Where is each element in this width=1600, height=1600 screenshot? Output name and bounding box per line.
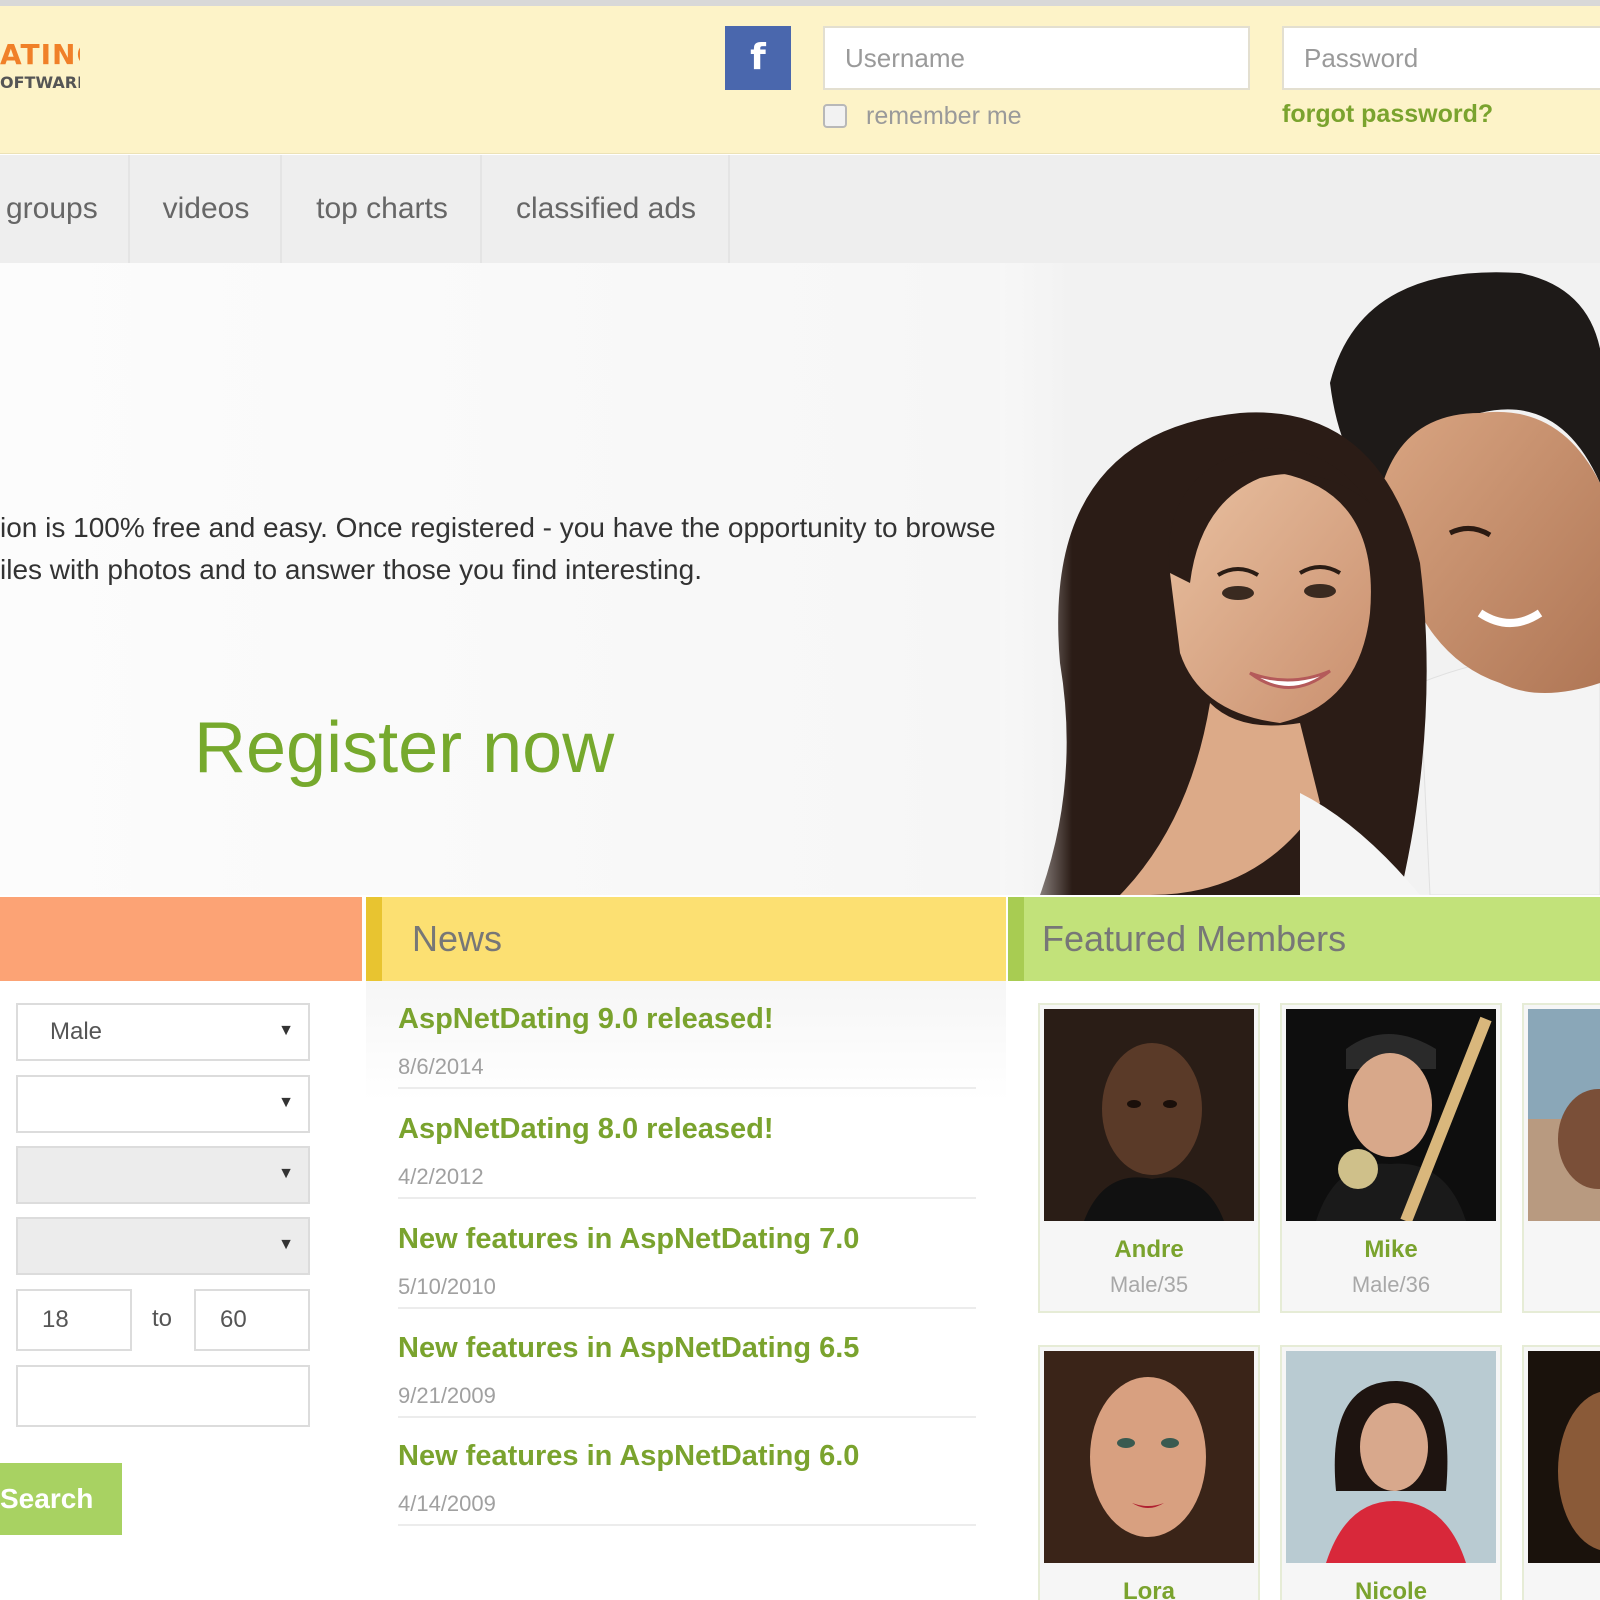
remember-me-label: remember me — [866, 102, 1022, 130]
site-header: ATING OFTWARE f remember me forgot passw… — [0, 6, 1600, 154]
member-card[interactable] — [1522, 1345, 1600, 1600]
news-item-title[interactable]: AspNetDating 9.0 released! — [398, 1003, 774, 1035]
hero-description: ion is 100% free and easy. Once register… — [0, 507, 1080, 591]
member-photo — [1286, 1009, 1496, 1221]
remember-me-checkbox[interactable] — [823, 104, 847, 128]
gender-select-value: Male — [50, 1018, 103, 1045]
news-item-title[interactable]: New features in AspNetDating 7.0 — [398, 1223, 859, 1255]
logo-text-top: ATING — [0, 38, 80, 71]
age-from-field[interactable] — [16, 1289, 132, 1351]
news-item: New features in AspNetDating 6.0 4/14/20… — [398, 1418, 976, 1526]
news-item-title[interactable]: New features in AspNetDating 6.0 — [398, 1440, 859, 1472]
news-item: AspNetDating 8.0 released! 4/2/2012 — [398, 1091, 976, 1199]
member-photo — [1044, 1009, 1254, 1221]
dropdown-arrow-icon: ▼ — [278, 1165, 294, 1182]
news-item-date: 5/10/2010 — [398, 1274, 496, 1299]
country-select[interactable]: ▼ — [16, 1146, 310, 1204]
nav-item-classified-ads[interactable]: classified ads — [484, 155, 730, 263]
news-item-title[interactable]: New features in AspNetDating 6.5 — [398, 1332, 859, 1364]
facebook-login-button[interactable]: f — [725, 26, 791, 90]
gender-select[interactable]: Male ▼ — [16, 1003, 310, 1061]
age-separator: to — [152, 1305, 173, 1332]
member-name: Andre — [1114, 1236, 1184, 1263]
member-photo — [1044, 1351, 1254, 1563]
logo-text-bottom: OFTWARE — [0, 73, 80, 92]
hero-text-line: iles with photos and to answer those you… — [0, 554, 702, 585]
news-panel: AspNetDating 9.0 released! 8/6/2014 AspN… — [366, 981, 1006, 1600]
member-card-mike[interactable]: Mike Male/36 — [1280, 1003, 1502, 1313]
member-photo — [1286, 1351, 1496, 1563]
member-gender-age: Male/35 — [1109, 1272, 1189, 1297]
dropdown-arrow-icon: ▼ — [278, 1094, 294, 1111]
register-now-button[interactable]: Register now — [194, 708, 614, 788]
news-item-date: 4/2/2012 — [398, 1164, 484, 1189]
couple-photo — [1000, 263, 1600, 895]
news-item: New features in AspNetDating 7.0 5/10/20… — [398, 1201, 976, 1309]
member-card-lora[interactable]: Lora — [1038, 1345, 1260, 1600]
nav-item-groups[interactable]: groups — [0, 155, 130, 263]
forgot-password-link[interactable]: forgot password? — [1282, 100, 1493, 128]
news-item: AspNetDating 9.0 released! 8/6/2014 — [398, 981, 976, 1089]
hero-text-line: ion is 100% free and easy. Once register… — [0, 512, 996, 543]
dropdown-arrow-icon: ▼ — [278, 1022, 294, 1039]
news-item-date: 9/21/2009 — [398, 1383, 496, 1408]
quick-search-panel: Male ▼ ▼ ▼ ▼ to Search — [0, 981, 362, 1600]
member-photo — [1528, 1351, 1600, 1563]
news-item: New features in AspNetDating 6.5 9/21/20… — [398, 1310, 976, 1418]
search-box-header — [0, 897, 362, 981]
hero-banner: ion is 100% free and easy. Once register… — [0, 263, 1600, 895]
member-name: Nicole — [1354, 1578, 1428, 1600]
member-name: Lora — [1122, 1578, 1175, 1600]
member-gender-age: Male/36 — [1351, 1272, 1431, 1297]
username-field[interactable] — [823, 26, 1250, 90]
news-item-title[interactable]: AspNetDating 8.0 released! — [398, 1113, 774, 1145]
member-card-nicole[interactable]: Nicole — [1280, 1345, 1502, 1600]
region-select[interactable]: ▼ — [16, 1217, 310, 1275]
news-box-header: News — [366, 897, 1006, 981]
news-item-date: 4/14/2009 — [398, 1491, 496, 1516]
member-name: Mike — [1364, 1236, 1418, 1263]
member-photo — [1528, 1009, 1600, 1221]
age-to-field[interactable] — [194, 1289, 310, 1351]
facebook-icon: f — [750, 37, 766, 78]
member-card[interactable] — [1522, 1003, 1600, 1313]
dropdown-arrow-icon: ▼ — [278, 1236, 294, 1253]
featured-members-panel: Andre Male/35 Mike Male/36 Lora Nicole — [1008, 981, 1600, 1600]
city-field[interactable] — [16, 1365, 310, 1427]
main-nav: groups videos top charts classified ads — [0, 155, 1600, 263]
featured-members-header: Featured Members — [1008, 897, 1600, 981]
search-button[interactable]: Search — [0, 1463, 122, 1535]
nav-item-top-charts[interactable]: top charts — [284, 155, 482, 263]
news-item-date: 8/6/2014 — [398, 1054, 484, 1079]
site-logo[interactable]: ATING OFTWARE — [0, 36, 80, 96]
password-field[interactable] — [1282, 26, 1600, 90]
seeking-select[interactable]: ▼ — [16, 1075, 310, 1133]
nav-item-videos[interactable]: videos — [132, 155, 282, 263]
member-card-andre[interactable]: Andre Male/35 — [1038, 1003, 1260, 1313]
